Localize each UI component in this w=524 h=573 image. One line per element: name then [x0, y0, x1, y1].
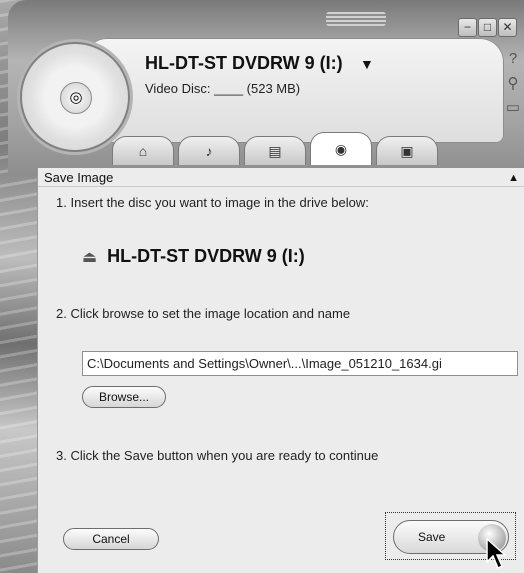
panel-title: Save Image ▲ [38, 168, 524, 187]
photo-icon: ▤ [268, 142, 282, 159]
help-icon[interactable]: ? [502, 50, 524, 74]
cancel-button[interactable]: Cancel [63, 528, 159, 550]
browse-button[interactable]: Browse... [82, 386, 166, 408]
disc-copy-icon: ◎ [60, 82, 92, 114]
tab-video[interactable]: ▣ [376, 136, 438, 165]
panel-title-text: Save Image [44, 170, 114, 185]
disc-copy-icon: ◉ [334, 140, 348, 157]
tab-music[interactable]: ♪ [178, 136, 240, 165]
step-3-text: 3. Click the Save button when you are re… [56, 448, 379, 463]
step-2-text: 2. Click browse to set the image locatio… [56, 306, 351, 321]
minimize-button[interactable]: − [458, 18, 477, 37]
drive-selector[interactable]: HL-DT-ST DVDRW 9 (I:) [145, 53, 343, 74]
window-drag-handle[interactable] [326, 12, 386, 26]
source-drive: ⏏ HL-DT-ST DVDRW 9 (I:) [82, 246, 305, 267]
maximize-button[interactable]: □ [478, 18, 497, 37]
close-button[interactable]: ✕ [498, 18, 517, 37]
image-path-field[interactable]: C:\Documents and Settings\Owner\...\Imag… [82, 351, 518, 376]
source-drive-name: HL-DT-ST DVDRW 9 (I:) [107, 246, 305, 266]
search-icon[interactable]: ⚲ [502, 74, 524, 98]
music-icon: ♪ [205, 143, 213, 159]
tab-bar: ⌂ ♪ ▤ ◉ ▣ [112, 132, 438, 165]
save-image-panel: Save Image ▲ 1. Insert the disc you want… [37, 168, 524, 573]
step-1-text: 1. Insert the disc you want to image in … [56, 195, 369, 210]
side-toolbar: ? ⚲ ▭ [502, 50, 524, 122]
tab-copy[interactable]: ◉ [310, 132, 372, 165]
disc-info: Video Disc: ____ (523 MB) [145, 81, 301, 96]
tab-home[interactable]: ⌂ [112, 136, 174, 165]
home-icon: ⌂ [138, 143, 148, 159]
folder-icon[interactable]: ▭ [502, 98, 524, 122]
eject-icon: ⏏ [82, 249, 98, 266]
video-icon: ▣ [400, 142, 414, 159]
mouse-cursor-icon [486, 538, 507, 570]
chevron-down-icon[interactable]: ▼ [360, 56, 374, 72]
tab-photo[interactable]: ▤ [244, 136, 306, 165]
collapse-icon[interactable]: ▲ [508, 169, 519, 188]
